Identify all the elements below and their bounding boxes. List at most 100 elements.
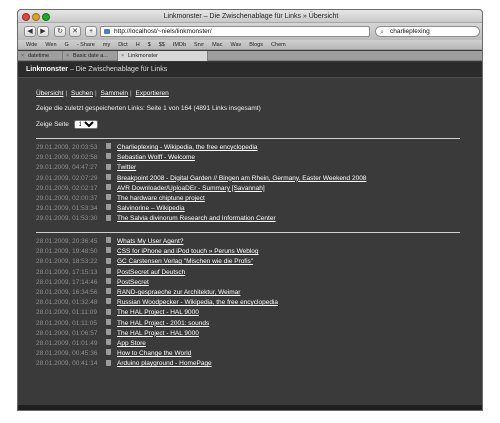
link-title[interactable]: PostSecret auf Deutsch [117,269,185,276]
link-row: 29.01.2009, 02:00:37 The hardware chiptun… [36,194,466,204]
trash-icon[interactable] [106,328,111,335]
link-row: 28.01.2009, 00:41:14 Arduino playground -… [36,359,466,369]
trash-icon[interactable] [106,204,111,211]
trash-icon[interactable] [106,247,111,254]
bookmark-item[interactable]: H [136,40,140,49]
trash-icon[interactable] [106,173,111,180]
link-title[interactable]: The HAL Project - HAL 9000 [117,330,199,337]
reload-button[interactable]: ↻ [54,26,66,37]
zoom-window-button[interactable] [42,13,50,21]
link-title[interactable]: Charlieplexing - Wikipedia, the free enc… [117,144,258,151]
minimize-window-button[interactable] [32,13,40,21]
link-timestamp: 29.01.2009, 01:53:34 [36,205,98,213]
page-selector: Zeige Seite 1 [36,120,98,129]
link-timestamp: 29.01.2009, 02:00:37 [36,194,98,202]
link-title[interactable]: Twitter [117,164,136,171]
bookmark-item[interactable]: Wav [230,40,241,49]
browser-tab[interactable]: × datetime [18,51,63,61]
trash-icon[interactable] [106,288,111,295]
bookmark-item[interactable]: Blogs [249,40,263,49]
address-bar[interactable]: http://localhost/~niels/linkmonster/ [100,26,370,37]
link-title[interactable]: The Salvia divinorum Research and Inform… [117,215,276,222]
search-field[interactable]: ⌕ charlieplexing [375,26,480,37]
site-nav: Übersicht | Suchen | Sammeln | Exportieren [36,90,169,97]
link-row: 28.01.2009, 01:11:05 The HAL Project - 20… [36,318,466,329]
site-favicon-icon [104,29,110,34]
trash-icon[interactable] [106,267,111,274]
trash-icon[interactable] [106,143,111,150]
link-title[interactable]: Russian Woodpecker - Wikipedia, the free… [117,299,278,306]
window-title: Linkmonster – Die Zwischenablage für Lin… [163,13,339,20]
bookmark-item[interactable]: Chem [271,40,286,49]
page-info: Zeige die zuletzt gespeicherten Links: S… [36,105,261,112]
bookmark-item[interactable]: Wde [26,40,37,49]
link-title[interactable]: GC Carstensen Verlag "Mischen wie die Pr… [117,258,253,265]
trash-icon[interactable] [106,184,111,191]
stop-button[interactable]: ✕ [69,26,81,37]
bookmark-item[interactable]: IMDb [173,40,186,49]
link-title[interactable]: CSS for iPhone and iPod touch » Peruns W… [117,248,259,255]
link-title[interactable]: Arduino playground - HomePage [117,360,212,367]
link-title[interactable]: The HAL Project - 2001: sounds [117,320,209,327]
status-bar [18,405,482,410]
trash-icon[interactable] [106,308,111,315]
link-title[interactable]: Breakpoint 2008 - Digital Garden // Bing… [117,175,366,182]
bookmark-item[interactable]: Mac [212,40,222,49]
link-title[interactable]: App Store [117,340,146,347]
bookmark-item[interactable]: my [103,40,110,49]
close-tab-icon[interactable]: × [121,51,124,61]
browser-window: Linkmonster – Die Zwischenablage für Lin… [17,9,483,411]
forward-button[interactable]: ▶ [37,26,49,37]
link-row: 29.01.2009, 20:03:53 Charlieplexing - Wik… [36,143,466,153]
bookmark-item[interactable]: Dict [118,40,127,49]
bookmark-item[interactable]: $$ [159,40,165,49]
close-tab-icon[interactable]: × [21,51,24,61]
link-title[interactable]: The hardware chiptune project [117,195,205,202]
site-brand: Linkmonster [26,66,69,73]
link-row: 28.01.2009, 01:01:49 App Store [36,339,466,349]
trash-icon[interactable] [106,153,111,160]
close-tab-icon[interactable]: × [66,51,69,61]
link-title[interactable]: How to Change the World [117,350,191,357]
nav-overview-link[interactable]: Übersicht [36,90,63,97]
link-title[interactable]: AVR Downloader/UploaDEr - Summary [Savan… [117,185,265,192]
trash-icon[interactable] [106,298,111,305]
browser-tab[interactable]: × Linkmonster [118,51,208,61]
bookmark-item[interactable]: Wen [45,40,56,49]
page-content: Linkmonster – Die Zwischenablage für Lin… [18,62,482,410]
tab-label: datetime [28,53,50,59]
bookmark-item[interactable]: - Share [77,40,95,49]
link-timestamp: 29.01.2009, 20:03:53 [36,144,98,151]
bookmark-item[interactable]: $ [148,40,151,49]
bookmark-item[interactable]: Srvr [194,40,204,49]
nav-search-link[interactable]: Suchen [71,90,93,97]
page-select[interactable]: 1 [73,120,98,129]
link-timestamp: 28.01.2009, 00:41:14 [36,360,98,368]
nav-collect-link[interactable]: Sammeln [101,90,128,97]
trash-icon[interactable] [106,278,111,285]
link-title[interactable]: Sebastian Wolff - Welcome [117,154,195,161]
trash-icon[interactable] [106,163,111,170]
link-title[interactable]: Salvinorine – Wikipedia [117,205,185,212]
trash-icon[interactable] [106,214,111,221]
trash-icon[interactable] [106,237,111,244]
add-bookmark-button[interactable]: + [85,26,97,37]
bookmark-item[interactable]: G [65,40,69,49]
back-button[interactable]: ◀ [24,26,36,37]
nav-export-link[interactable]: Exportieren [136,90,169,97]
link-row: 28.01.2009, 18:53:22 GC Carstensen Verlag… [36,257,466,267]
link-title[interactable]: The HAL Project - HAL 9000 [117,309,199,316]
tab-label: Linkmonster [128,53,158,59]
link-title[interactable]: RAND-gespraeche zur Architektur, Weimar [117,289,240,296]
trash-icon[interactable] [106,359,111,366]
link-timestamp: 29.01.2009, 01:53:30 [36,215,98,223]
trash-icon[interactable] [106,349,111,356]
link-title[interactable]: PostSecret [117,279,149,286]
browser-tab[interactable]: × Basic date a... [63,51,118,61]
close-window-button[interactable] [22,13,30,21]
trash-icon[interactable] [106,257,111,264]
link-title[interactable]: Whats My User Agent? [117,238,183,245]
trash-icon[interactable] [106,318,111,325]
trash-icon[interactable] [106,194,111,201]
trash-icon[interactable] [106,339,111,346]
